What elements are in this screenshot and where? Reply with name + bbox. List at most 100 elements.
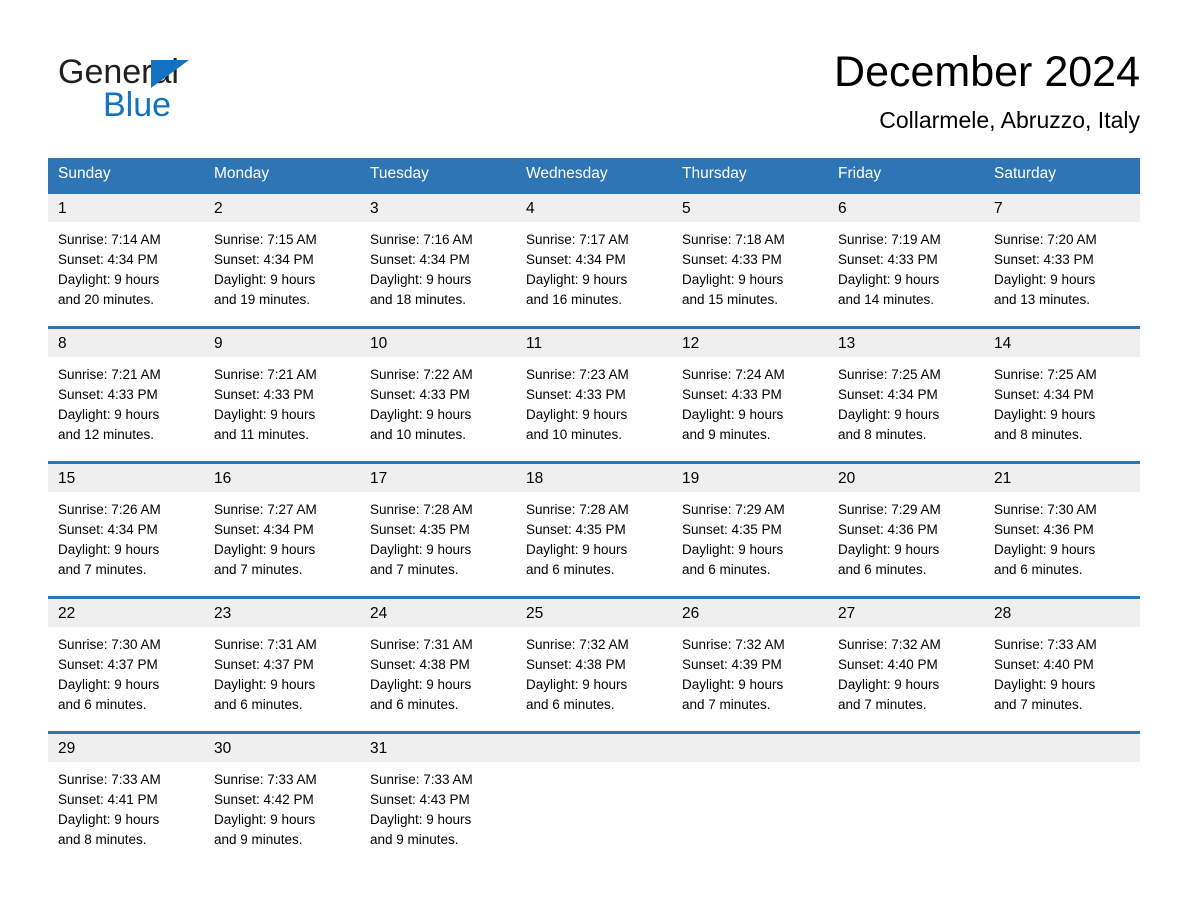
calendar-day-cell[interactable]: 17 Sunrise: 7:28 AM Sunset: 4:35 PM Dayl… bbox=[360, 461, 516, 598]
daylight-text-line2: and 19 minutes. bbox=[214, 292, 311, 307]
calendar-page: General Blue December 2024 Collarmele, A… bbox=[0, 0, 1188, 918]
sunset-text: Sunset: 4:37 PM bbox=[58, 657, 158, 672]
calendar-day-cell[interactable]: 5 Sunrise: 7:18 AM Sunset: 4:33 PM Dayli… bbox=[672, 191, 828, 328]
calendar-day-cell[interactable]: 28 Sunrise: 7:33 AM Sunset: 4:40 PM Dayl… bbox=[984, 596, 1140, 733]
day-details: Sunrise: 7:32 AM Sunset: 4:39 PM Dayligh… bbox=[672, 627, 828, 715]
day-number: 8 bbox=[48, 329, 204, 357]
sunrise-text: Sunrise: 7:26 AM bbox=[58, 502, 161, 517]
day-number: 13 bbox=[828, 329, 984, 357]
calendar-day-cell[interactable]: 15 Sunrise: 7:26 AM Sunset: 4:34 PM Dayl… bbox=[48, 461, 204, 598]
day-number: 2 bbox=[204, 194, 360, 222]
calendar-day-cell[interactable]: 20 Sunrise: 7:29 AM Sunset: 4:36 PM Dayl… bbox=[828, 461, 984, 598]
calendar-day-cell[interactable]: 22 Sunrise: 7:30 AM Sunset: 4:37 PM Dayl… bbox=[48, 596, 204, 733]
sunset-text: Sunset: 4:34 PM bbox=[994, 387, 1094, 402]
calendar-day-cell[interactable]: 9 Sunrise: 7:21 AM Sunset: 4:33 PM Dayli… bbox=[204, 326, 360, 463]
calendar-day-cell[interactable]: 18 Sunrise: 7:28 AM Sunset: 4:35 PM Dayl… bbox=[516, 461, 672, 598]
calendar-day-cell-empty bbox=[984, 731, 1140, 854]
calendar-day-cell[interactable]: 12 Sunrise: 7:24 AM Sunset: 4:33 PM Dayl… bbox=[672, 326, 828, 463]
daylight-text-line2: and 6 minutes. bbox=[838, 562, 927, 577]
daylight-text-line1: Daylight: 9 hours bbox=[58, 812, 160, 827]
sunrise-text: Sunrise: 7:17 AM bbox=[526, 232, 629, 247]
calendar-day-cell[interactable]: 27 Sunrise: 7:32 AM Sunset: 4:40 PM Dayl… bbox=[828, 596, 984, 733]
calendar-day-cell[interactable]: 24 Sunrise: 7:31 AM Sunset: 4:38 PM Dayl… bbox=[360, 596, 516, 733]
calendar-day-cell[interactable]: 25 Sunrise: 7:32 AM Sunset: 4:38 PM Dayl… bbox=[516, 596, 672, 733]
calendar-day-cell[interactable]: 16 Sunrise: 7:27 AM Sunset: 4:34 PM Dayl… bbox=[204, 461, 360, 598]
sunrise-text: Sunrise: 7:23 AM bbox=[526, 367, 629, 382]
daylight-text-line2: and 7 minutes. bbox=[682, 697, 771, 712]
daylight-text-line2: and 9 minutes. bbox=[214, 832, 303, 847]
day-details: Sunrise: 7:28 AM Sunset: 4:35 PM Dayligh… bbox=[516, 492, 672, 580]
calendar-day-cell[interactable]: 11 Sunrise: 7:23 AM Sunset: 4:33 PM Dayl… bbox=[516, 326, 672, 463]
sunrise-text: Sunrise: 7:29 AM bbox=[838, 502, 941, 517]
sunset-text: Sunset: 4:40 PM bbox=[838, 657, 938, 672]
day-details: Sunrise: 7:23 AM Sunset: 4:33 PM Dayligh… bbox=[516, 357, 672, 445]
day-number: 10 bbox=[360, 329, 516, 357]
day-details: Sunrise: 7:33 AM Sunset: 4:40 PM Dayligh… bbox=[984, 627, 1140, 715]
daylight-text-line2: and 7 minutes. bbox=[214, 562, 303, 577]
day-details: Sunrise: 7:26 AM Sunset: 4:34 PM Dayligh… bbox=[48, 492, 204, 580]
sunrise-text: Sunrise: 7:21 AM bbox=[58, 367, 161, 382]
calendar-day-cell[interactable]: 1 Sunrise: 7:14 AM Sunset: 4:34 PM Dayli… bbox=[48, 191, 204, 328]
sunrise-text: Sunrise: 7:21 AM bbox=[214, 367, 317, 382]
weekday-header-row: Sunday Monday Tuesday Wednesday Thursday… bbox=[48, 158, 1140, 193]
day-number: 1 bbox=[48, 194, 204, 222]
sunrise-text: Sunrise: 7:14 AM bbox=[58, 232, 161, 247]
sunset-text: Sunset: 4:35 PM bbox=[370, 522, 470, 537]
weekday-header-wednesday: Wednesday bbox=[516, 158, 672, 193]
sunset-text: Sunset: 4:35 PM bbox=[526, 522, 626, 537]
sunset-text: Sunset: 4:33 PM bbox=[838, 252, 938, 267]
day-details: Sunrise: 7:32 AM Sunset: 4:38 PM Dayligh… bbox=[516, 627, 672, 715]
day-number: 11 bbox=[516, 329, 672, 357]
sunrise-text: Sunrise: 7:22 AM bbox=[370, 367, 473, 382]
day-number bbox=[984, 734, 1140, 762]
sunrise-text: Sunrise: 7:28 AM bbox=[526, 502, 629, 517]
weekday-header-monday: Monday bbox=[204, 158, 360, 193]
title-block: December 2024 Collarmele, Abruzzo, Italy bbox=[834, 46, 1140, 134]
calendar-day-cell[interactable]: 21 Sunrise: 7:30 AM Sunset: 4:36 PM Dayl… bbox=[984, 461, 1140, 598]
daylight-text-line2: and 7 minutes. bbox=[370, 562, 459, 577]
sunset-text: Sunset: 4:38 PM bbox=[370, 657, 470, 672]
day-number bbox=[672, 734, 828, 762]
calendar-day-cell[interactable]: 31 Sunrise: 7:33 AM Sunset: 4:43 PM Dayl… bbox=[360, 731, 516, 854]
daylight-text-line2: and 6 minutes. bbox=[58, 697, 147, 712]
daylight-text-line2: and 7 minutes. bbox=[838, 697, 927, 712]
sunset-text: Sunset: 4:34 PM bbox=[370, 252, 470, 267]
calendar-day-cell[interactable]: 26 Sunrise: 7:32 AM Sunset: 4:39 PM Dayl… bbox=[672, 596, 828, 733]
sunrise-text: Sunrise: 7:20 AM bbox=[994, 232, 1097, 247]
daylight-text-line1: Daylight: 9 hours bbox=[370, 542, 472, 557]
sunset-text: Sunset: 4:40 PM bbox=[994, 657, 1094, 672]
calendar-day-cell[interactable]: 14 Sunrise: 7:25 AM Sunset: 4:34 PM Dayl… bbox=[984, 326, 1140, 463]
sunrise-text: Sunrise: 7:24 AM bbox=[682, 367, 785, 382]
calendar-day-cell[interactable]: 23 Sunrise: 7:31 AM Sunset: 4:37 PM Dayl… bbox=[204, 596, 360, 733]
calendar-day-cell[interactable]: 29 Sunrise: 7:33 AM Sunset: 4:41 PM Dayl… bbox=[48, 731, 204, 854]
calendar-day-cell[interactable]: 3 Sunrise: 7:16 AM Sunset: 4:34 PM Dayli… bbox=[360, 191, 516, 328]
calendar-week-row: 22 Sunrise: 7:30 AM Sunset: 4:37 PM Dayl… bbox=[48, 596, 1140, 733]
day-details: Sunrise: 7:17 AM Sunset: 4:34 PM Dayligh… bbox=[516, 222, 672, 310]
sunrise-text: Sunrise: 7:32 AM bbox=[682, 637, 785, 652]
daylight-text-line1: Daylight: 9 hours bbox=[214, 272, 316, 287]
calendar-day-cell[interactable]: 6 Sunrise: 7:19 AM Sunset: 4:33 PM Dayli… bbox=[828, 191, 984, 328]
calendar-day-cell[interactable]: 13 Sunrise: 7:25 AM Sunset: 4:34 PM Dayl… bbox=[828, 326, 984, 463]
day-details: Sunrise: 7:30 AM Sunset: 4:36 PM Dayligh… bbox=[984, 492, 1140, 580]
calendar-day-cell[interactable]: 8 Sunrise: 7:21 AM Sunset: 4:33 PM Dayli… bbox=[48, 326, 204, 463]
daylight-text-line1: Daylight: 9 hours bbox=[682, 407, 784, 422]
calendar-day-cell[interactable]: 10 Sunrise: 7:22 AM Sunset: 4:33 PM Dayl… bbox=[360, 326, 516, 463]
daylight-text-line1: Daylight: 9 hours bbox=[58, 542, 160, 557]
calendar-day-cell[interactable]: 2 Sunrise: 7:15 AM Sunset: 4:34 PM Dayli… bbox=[204, 191, 360, 328]
daylight-text-line2: and 6 minutes. bbox=[370, 697, 459, 712]
day-details: Sunrise: 7:15 AM Sunset: 4:34 PM Dayligh… bbox=[204, 222, 360, 310]
day-number: 20 bbox=[828, 464, 984, 492]
day-number: 3 bbox=[360, 194, 516, 222]
calendar-day-cell[interactable]: 19 Sunrise: 7:29 AM Sunset: 4:35 PM Dayl… bbox=[672, 461, 828, 598]
calendar-day-cell[interactable]: 7 Sunrise: 7:20 AM Sunset: 4:33 PM Dayli… bbox=[984, 191, 1140, 328]
page-title: December 2024 bbox=[834, 48, 1140, 96]
daylight-text-line2: and 9 minutes. bbox=[682, 427, 771, 442]
day-number: 29 bbox=[48, 734, 204, 762]
calendar-day-cell[interactable]: 4 Sunrise: 7:17 AM Sunset: 4:34 PM Dayli… bbox=[516, 191, 672, 328]
sunrise-text: Sunrise: 7:27 AM bbox=[214, 502, 317, 517]
calendar-day-cell[interactable]: 30 Sunrise: 7:33 AM Sunset: 4:42 PM Dayl… bbox=[204, 731, 360, 854]
sunrise-text: Sunrise: 7:18 AM bbox=[682, 232, 785, 247]
daylight-text-line1: Daylight: 9 hours bbox=[58, 407, 160, 422]
day-number bbox=[516, 734, 672, 762]
calendar-week-row: 1 Sunrise: 7:14 AM Sunset: 4:34 PM Dayli… bbox=[48, 191, 1140, 328]
